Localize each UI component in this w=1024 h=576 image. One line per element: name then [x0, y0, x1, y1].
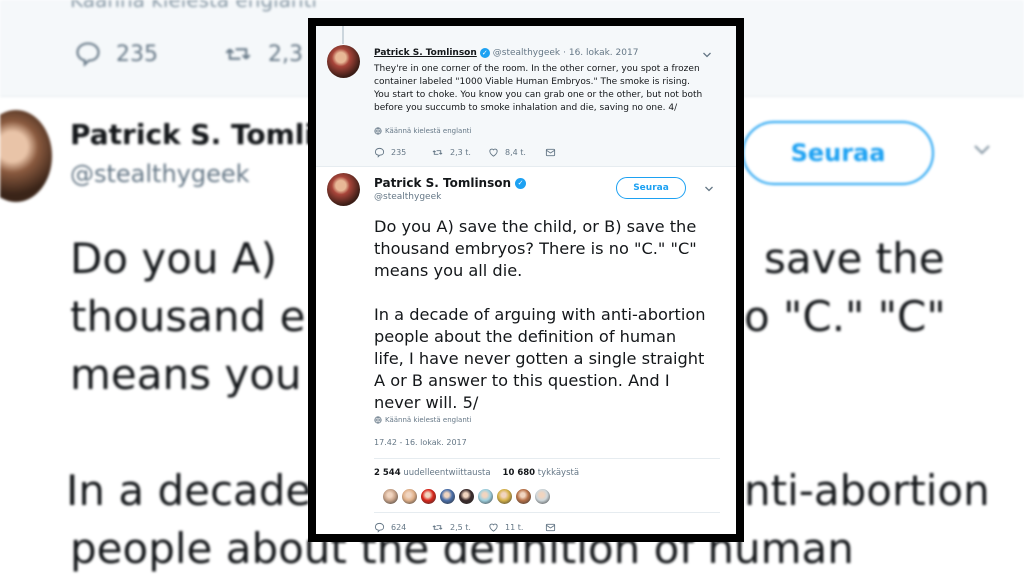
chevron-down-icon[interactable] [702, 50, 712, 60]
verified-icon: ✓ [515, 177, 527, 189]
liker-avatar[interactable] [496, 488, 513, 505]
envelope-icon [545, 523, 556, 532]
handle[interactable]: @stealthygeek [493, 48, 560, 58]
avatar[interactable] [327, 45, 360, 78]
retweet-icon [432, 150, 443, 155]
background-avatar [0, 110, 52, 202]
tweet-5-header: Patrick S. Tomlinson ✓ @stealthygeek [374, 176, 527, 202]
background-retweet-count: 2,3 [268, 41, 303, 67]
tweet-actions: 624 2,5 t. 11 t. [374, 522, 602, 533]
engagement-stats: 2 544 uudelleentwiittausta 10 680 tykkäy… [374, 468, 579, 478]
liker-avatar[interactable] [420, 488, 437, 505]
retweet-count: 2,3 t. [450, 148, 471, 157]
reply-icon [76, 42, 100, 67]
liker-avatar[interactable] [439, 488, 456, 505]
like-stat-label: tykkäystä [537, 468, 580, 478]
background-text-line: save the [764, 234, 945, 283]
liker-avatar[interactable] [458, 488, 475, 505]
background-text-line: nti-abortion [744, 466, 990, 515]
background-reply-stat: 235 [74, 40, 158, 68]
globe-icon [374, 127, 382, 135]
tweet-thread: Patrick S. Tomlinson ✓ @stealthygeek · 1… [316, 26, 736, 534]
liker-avatars [382, 488, 551, 505]
background-display-name: Patrick S. Tomli [70, 118, 314, 151]
like-total: 10 680 [502, 468, 536, 478]
background-text-line: thousand e [70, 292, 306, 341]
background-text-line: Do you A) [70, 234, 278, 283]
tweet-header: Patrick S. Tomlinson ✓ @stealthygeek · 1… [374, 48, 638, 58]
retweet-button[interactable]: 2,3 t. [431, 147, 488, 158]
background-chevron-down-icon [974, 145, 990, 155]
divider [374, 458, 720, 459]
reply-icon [374, 522, 385, 533]
reply-button[interactable]: 624 [374, 522, 431, 533]
translate-link[interactable]: Käännä kielestä englanti [374, 416, 471, 424]
tweet-actions: 235 2,3 t. 8,4 t. [374, 147, 602, 158]
avatar[interactable] [327, 173, 360, 206]
like-button[interactable]: 8,4 t. [488, 147, 545, 158]
message-button[interactable] [545, 147, 602, 158]
retweet-stat-label: uudelleentwiittausta [403, 468, 491, 478]
liker-avatar[interactable] [534, 488, 551, 505]
follow-button[interactable]: Seuraa [616, 177, 686, 199]
background-retweet-stat: 2,3 [222, 40, 303, 68]
like-stat[interactable]: 10 680 tykkäystä [503, 468, 580, 478]
tweet-4[interactable]: Patrick S. Tomlinson ✓ @stealthygeek · 1… [316, 26, 736, 167]
tweet-screenshot-frame: Patrick S. Tomlinson ✓ @stealthygeek · 1… [308, 18, 744, 542]
like-count: 8,4 t. [505, 148, 526, 157]
heart-icon [489, 523, 498, 532]
background-follow-button: Seuraa [742, 121, 934, 185]
handle[interactable]: @stealthygeek [374, 192, 526, 202]
chevron-down-icon[interactable] [704, 184, 714, 194]
tweet-text: Do you A) save the child, or B) save the… [374, 217, 706, 412]
retweet-stat[interactable]: 2 544 uudelleentwiittausta [374, 468, 491, 478]
background-translate-label: Käännä kielestä englanti [70, 0, 317, 12]
retweet-icon [432, 525, 443, 530]
verified-icon: ✓ [479, 48, 490, 58]
translate-link[interactable]: Käännä kielestä englanti [374, 127, 471, 135]
reply-count: 624 [391, 523, 407, 532]
heart-icon [489, 148, 498, 157]
message-button[interactable] [545, 522, 602, 533]
background-text-line: In a decade [66, 466, 312, 515]
liker-avatar[interactable] [401, 488, 418, 505]
like-button[interactable]: 11 t. [488, 522, 545, 533]
retweet-button[interactable]: 2,5 t. [431, 522, 488, 533]
reply-button[interactable]: 235 [374, 147, 431, 158]
retweet-count: 2,5 t. [450, 523, 471, 532]
display-name[interactable]: Patrick S. Tomlinson [374, 176, 511, 190]
tweet-date[interactable]: · 16. lokak. 2017 [563, 48, 638, 58]
background-reply-count: 235 [116, 41, 158, 67]
thread-line [342, 26, 344, 44]
retweet-icon [225, 48, 251, 60]
liker-avatar[interactable] [477, 488, 494, 505]
background-text-line: o "C." "C" [744, 292, 946, 341]
reply-icon [374, 147, 385, 158]
background-handle: @stealthygeek [70, 160, 250, 188]
tweet-text: They're in one corner of the room. In th… [374, 64, 703, 113]
translate-label: Käännä kielestä englanti [385, 416, 472, 424]
liker-avatar[interactable] [382, 488, 399, 505]
envelope-icon [545, 148, 556, 157]
translate-label: Käännä kielestä englanti [385, 127, 472, 135]
globe-icon [374, 416, 382, 424]
retweet-total: 2 544 [374, 468, 401, 478]
display-name[interactable]: Patrick S. Tomlinson [374, 48, 477, 58]
reply-count: 235 [391, 148, 407, 157]
background-text-line: means you [70, 350, 302, 399]
like-count: 11 t. [505, 523, 524, 532]
tweet-timestamp[interactable]: 17.42 - 16. lokak. 2017 [374, 438, 467, 447]
liker-avatar[interactable] [515, 488, 532, 505]
divider [374, 512, 720, 513]
